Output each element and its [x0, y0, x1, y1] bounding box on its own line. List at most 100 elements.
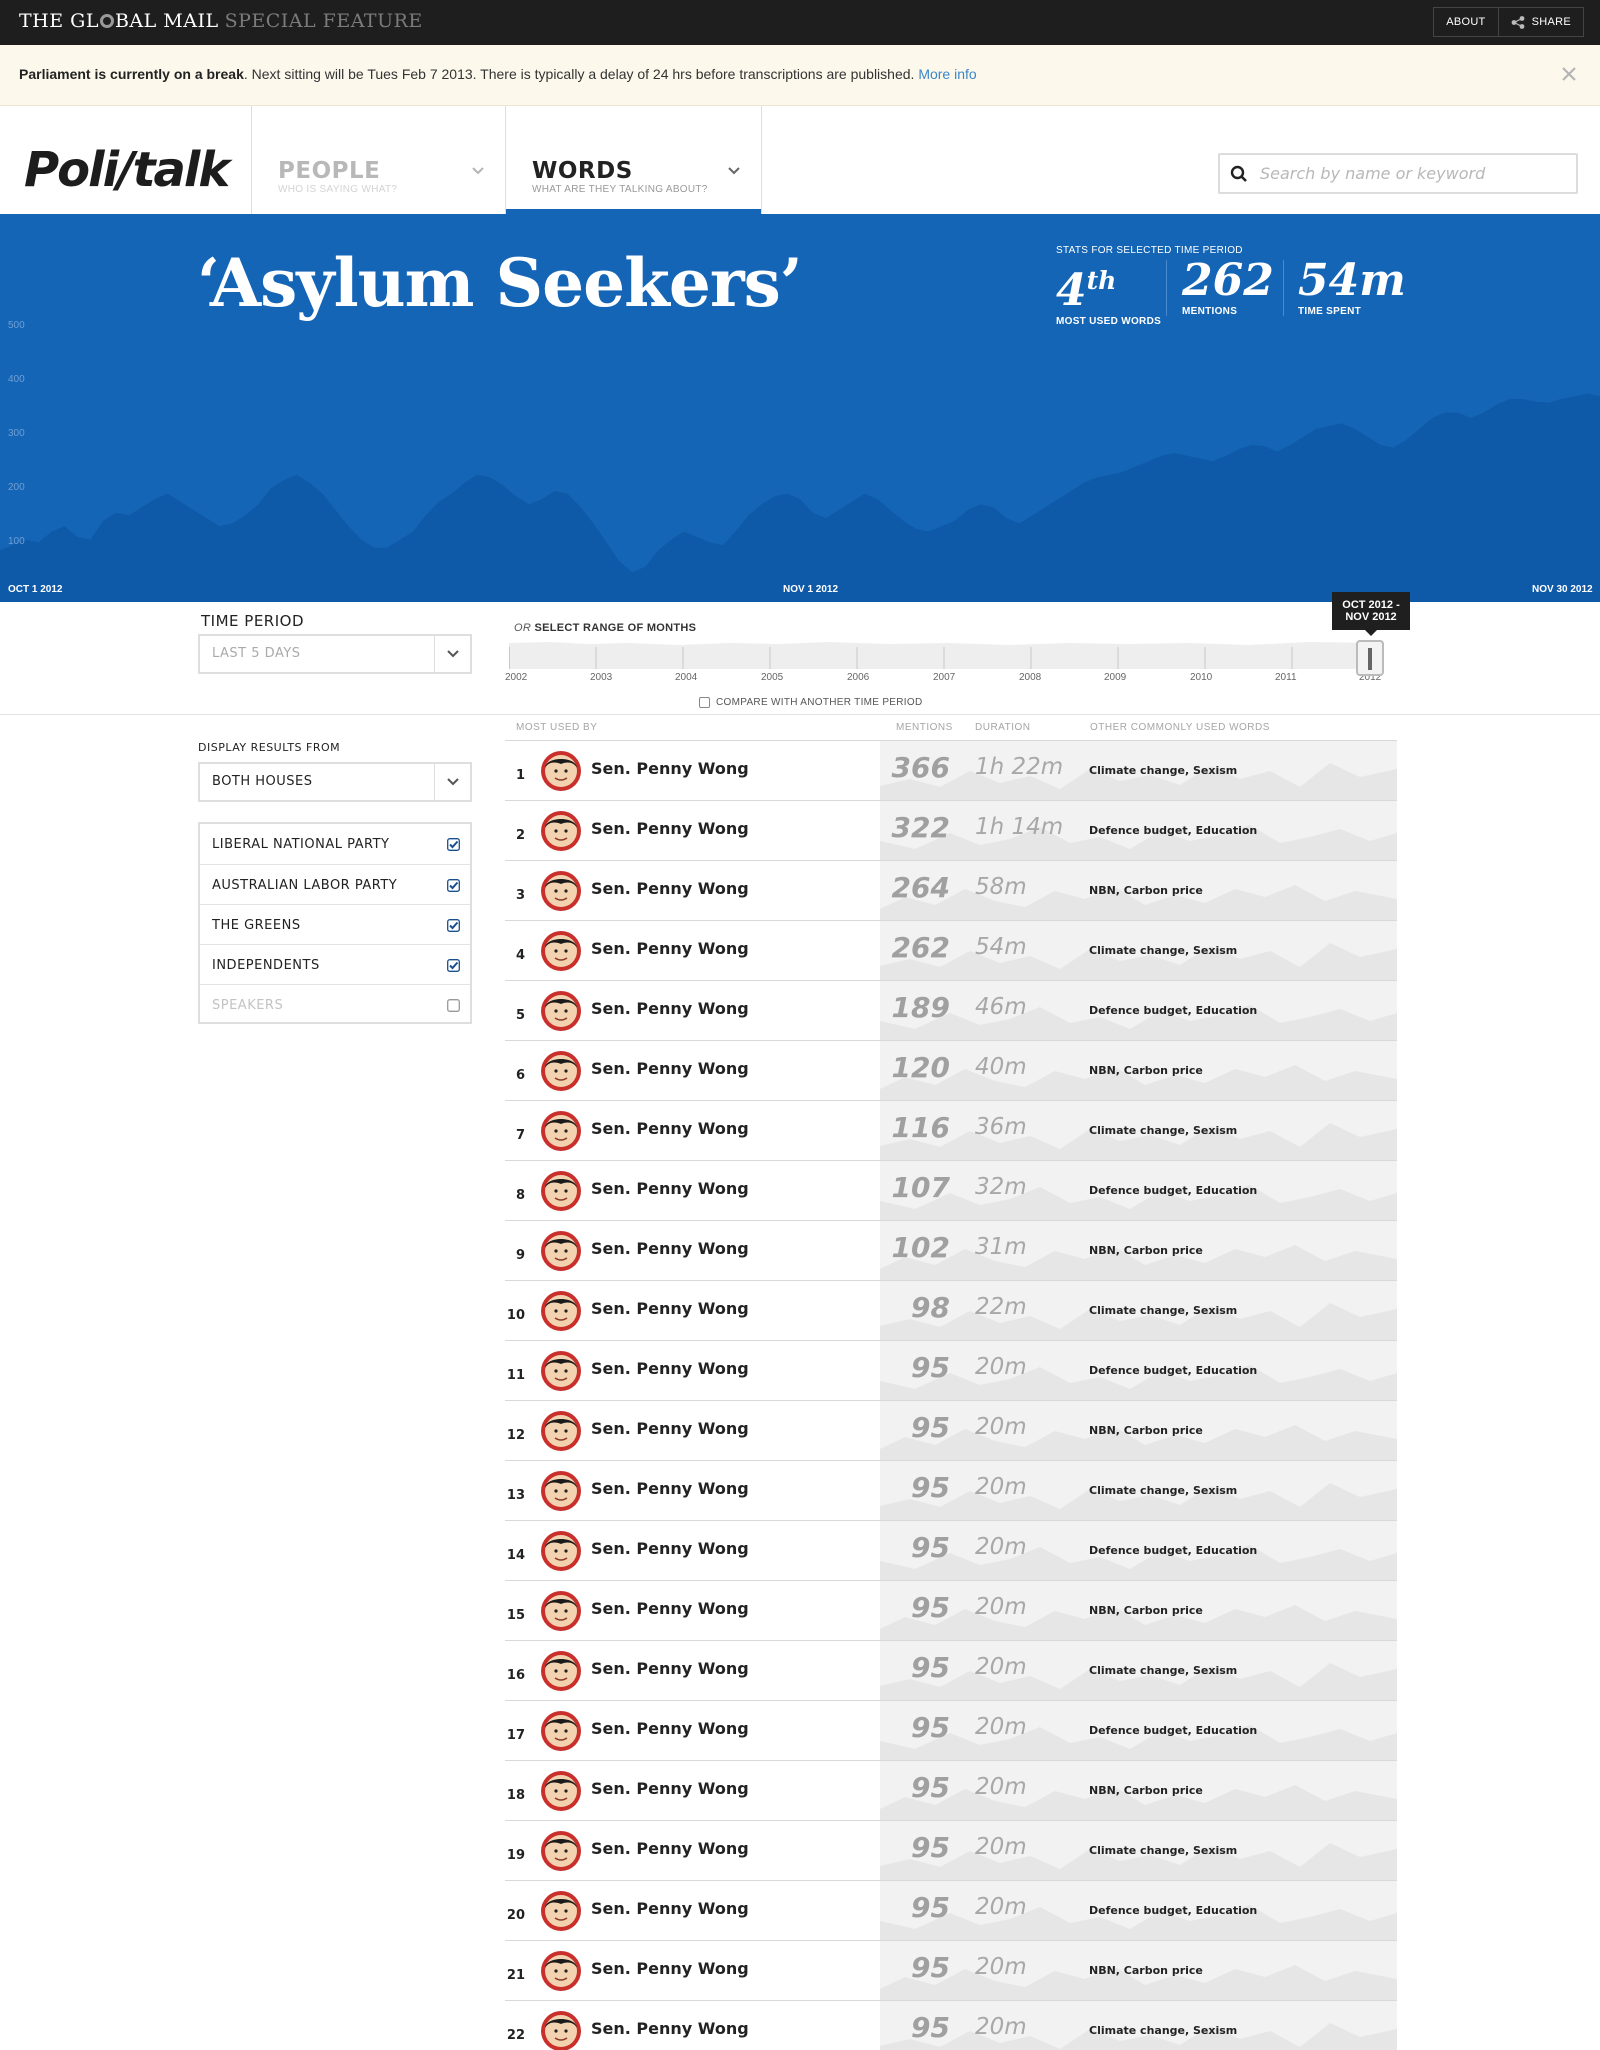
member-name[interactable]: Sen. Penny Wong [591, 1419, 749, 1438]
avatar[interactable] [540, 1650, 582, 1692]
checkbox-checked-icon[interactable] [447, 879, 460, 892]
table-row[interactable]: 5 Sen. Penny Wong 189 46m Defence budget, Ed… [505, 980, 1397, 1041]
share-button[interactable]: SHARE [1497, 8, 1583, 36]
compare-option[interactable]: COMPARE WITH ANOTHER TIME PERIOD [699, 697, 922, 708]
avatar[interactable] [540, 1830, 582, 1872]
compare-checkbox[interactable] [699, 697, 710, 708]
member-name[interactable]: Sen. Penny Wong [591, 1539, 749, 1558]
table-row[interactable]: 4 Sen. Penny Wong 262 54m Climate change, Se… [505, 920, 1397, 981]
member-name[interactable]: Sen. Penny Wong [591, 759, 749, 778]
avatar[interactable] [540, 1470, 582, 1512]
avatar[interactable] [540, 1950, 582, 1992]
timeline-track[interactable] [509, 637, 1381, 669]
member-name[interactable]: Sen. Penny Wong [591, 2019, 749, 2038]
table-row[interactable]: 1 Sen. Penny Wong 366 1h 22m Climate change,… [505, 740, 1397, 801]
tab-words[interactable]: WORDS WHAT ARE THEY TALKING ABOUT? [505, 106, 762, 214]
other-words: Climate change, Sexism [1089, 764, 1238, 777]
avatar[interactable] [540, 1230, 582, 1272]
brand-name-end: BAL MAIL [114, 10, 219, 32]
politalk-logo[interactable]: Poli/talk [24, 142, 230, 198]
member-name[interactable]: Sen. Penny Wong [591, 1719, 749, 1738]
table-row[interactable]: 10 Sen. Penny Wong 98 22m Climate change, Se… [505, 1280, 1397, 1341]
table-row[interactable]: 22 Sen. Penny Wong 95 20m Climate change, Se… [505, 2000, 1397, 2050]
table-row[interactable]: 13 Sen. Penny Wong 95 20m Climate change, Se… [505, 1460, 1397, 1521]
member-name[interactable]: Sen. Penny Wong [591, 819, 749, 838]
dropdown-button[interactable] [434, 636, 470, 672]
tab-people[interactable]: PEOPLE WHO IS SAYING WHAT? [251, 106, 505, 214]
checkbox-checked-icon[interactable] [447, 959, 460, 972]
avatar[interactable] [540, 990, 582, 1032]
table-row[interactable]: 18 Sen. Penny Wong 95 20m NBN, Carbon price [505, 1760, 1397, 1821]
table-row[interactable]: 16 Sen. Penny Wong 95 20m Climate change, Se… [505, 1640, 1397, 1701]
avatar[interactable] [540, 1110, 582, 1152]
table-row[interactable]: 19 Sen. Penny Wong 95 20m Climate change, Se… [505, 1820, 1397, 1881]
member-name[interactable]: Sen. Penny Wong [591, 1479, 749, 1498]
member-name[interactable]: Sen. Penny Wong [591, 1119, 749, 1138]
close-icon[interactable] [1556, 61, 1582, 87]
avatar[interactable] [540, 1710, 582, 1752]
table-row[interactable]: 6 Sen. Penny Wong 120 40m NBN, Carbon price [505, 1040, 1397, 1101]
avatar[interactable] [540, 1050, 582, 1092]
member-name[interactable]: Sen. Penny Wong [591, 879, 749, 898]
duration-value: 36m [975, 1114, 1027, 1140]
other-words: Defence budget, Education [1089, 1904, 1258, 1917]
checkbox-checked-icon[interactable] [447, 919, 460, 932]
avatar[interactable] [540, 1350, 582, 1392]
table-row[interactable]: 2 Sen. Penny Wong 322 1h 14m Defence budget,… [505, 800, 1397, 861]
party-filter-item[interactable]: AUSTRALIAN LABOR PARTY [200, 864, 470, 904]
other-words: Defence budget, Education [1089, 1364, 1258, 1377]
table-row[interactable]: 14 Sen. Penny Wong 95 20m Defence budget, Ed… [505, 1520, 1397, 1581]
dropdown-button[interactable] [434, 764, 470, 800]
avatar[interactable] [540, 1170, 582, 1212]
table-row[interactable]: 15 Sen. Penny Wong 95 20m NBN, Carbon price [505, 1580, 1397, 1641]
member-name[interactable]: Sen. Penny Wong [591, 1059, 749, 1078]
member-name[interactable]: Sen. Penny Wong [591, 1659, 749, 1678]
avatar[interactable] [540, 1530, 582, 1572]
table-row[interactable]: 8 Sen. Penny Wong 107 32m Defence budget, Ed… [505, 1160, 1397, 1221]
checkbox-checked-icon[interactable] [447, 838, 460, 851]
member-name[interactable]: Sen. Penny Wong [591, 999, 749, 1018]
year-label: 2003 [590, 672, 613, 683]
table-row[interactable]: 9 Sen. Penny Wong 102 31m NBN, Carbon price [505, 1220, 1397, 1281]
avatar[interactable] [540, 1770, 582, 1812]
party-filter-item[interactable]: SPEAKERS [200, 984, 470, 1024]
member-name[interactable]: Sen. Penny Wong [591, 1359, 749, 1378]
member-name[interactable]: Sen. Penny Wong [591, 1779, 749, 1798]
avatar[interactable] [540, 750, 582, 792]
avatar[interactable] [540, 1890, 582, 1932]
table-row[interactable]: 21 Sen. Penny Wong 95 20m NBN, Carbon price [505, 1940, 1397, 2001]
member-name[interactable]: Sen. Penny Wong [591, 1239, 749, 1258]
checkbox-unchecked-icon[interactable] [447, 999, 460, 1012]
party-filter-item[interactable]: INDEPENDENTS [200, 944, 470, 984]
range-handle[interactable] [1356, 640, 1384, 676]
avatar[interactable] [540, 1290, 582, 1332]
member-name[interactable]: Sen. Penny Wong [591, 1899, 749, 1918]
table-row[interactable]: 7 Sen. Penny Wong 116 36m Climate change, Se… [505, 1100, 1397, 1161]
member-name[interactable]: Sen. Penny Wong [591, 1599, 749, 1618]
avatar[interactable] [540, 810, 582, 852]
table-row[interactable]: 20 Sen. Penny Wong 95 20m Defence budget, Ed… [505, 1880, 1397, 1941]
table-row[interactable]: 17 Sen. Penny Wong 95 20m Defence budget, Ed… [505, 1700, 1397, 1761]
avatar[interactable] [540, 1410, 582, 1452]
avatar[interactable] [540, 2010, 582, 2050]
avatar[interactable] [540, 930, 582, 972]
member-name[interactable]: Sen. Penny Wong [591, 1299, 749, 1318]
party-filter-item[interactable]: LIBERAL NATIONAL PARTY [200, 824, 470, 864]
table-row[interactable]: 11 Sen. Penny Wong 95 20m Defence budget, Ed… [505, 1340, 1397, 1401]
table-row[interactable]: 12 Sen. Penny Wong 95 20m NBN, Carbon price [505, 1400, 1397, 1461]
table-row[interactable]: 3 Sen. Penny Wong 264 58m NBN, Carbon price [505, 860, 1397, 921]
about-button[interactable]: ABOUT [1434, 8, 1497, 36]
member-name[interactable]: Sen. Penny Wong [591, 1959, 749, 1978]
member-name[interactable]: Sen. Penny Wong [591, 1179, 749, 1198]
member-name[interactable]: Sen. Penny Wong [591, 1839, 749, 1858]
avatar[interactable] [540, 870, 582, 912]
house-select[interactable]: BOTH HOUSES [198, 762, 472, 802]
search-input[interactable] [1260, 160, 1560, 187]
time-period-select[interactable]: LAST 5 DAYS [198, 634, 472, 674]
mentions-count: 95 [911, 1591, 950, 1624]
more-info-link[interactable]: More info [918, 66, 976, 82]
party-filter-item[interactable]: THE GREENS [200, 904, 470, 944]
avatar[interactable] [540, 1590, 582, 1632]
member-name[interactable]: Sen. Penny Wong [591, 939, 749, 958]
site-brand[interactable]: THE GL BAL MAIL SPECIAL FEATURE [19, 10, 423, 32]
